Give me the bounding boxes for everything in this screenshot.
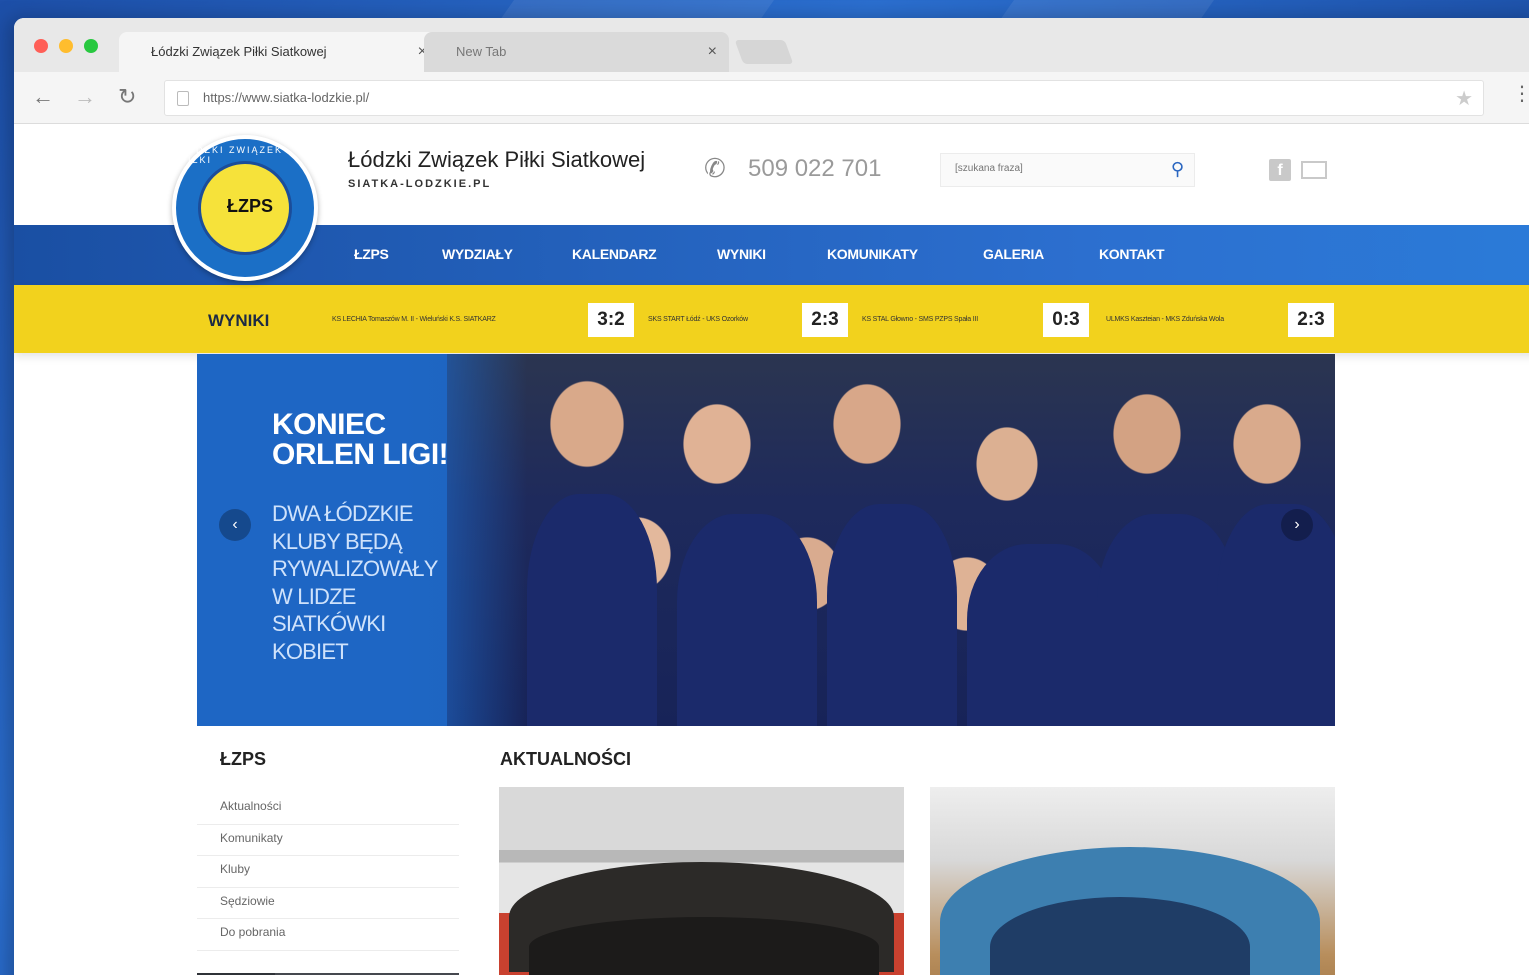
hero-text-line: RYWALIZOWAŁY (272, 556, 438, 581)
web-page: ŁÓDZKI ZWIĄZEK PIŁKI ŁZPS Łódzki Związek… (14, 125, 1529, 975)
player-figure (1097, 514, 1237, 726)
arrow-left-icon[interactable]: ← (32, 84, 54, 110)
tab-new-tab[interactable]: New Tab × (424, 32, 729, 72)
match-teams[interactable]: SKS START Łódź - UKS Ozorków (648, 316, 748, 323)
team-group (529, 917, 879, 975)
player-figure (1217, 504, 1335, 726)
slider-next-icon[interactable]: › (1281, 509, 1313, 541)
window-maximize-button[interactable] (84, 39, 98, 53)
match-score: 2:3 (802, 303, 848, 337)
logo-emblem: ŁZPS (198, 161, 292, 255)
hero-title-line: KONIEC (272, 408, 386, 441)
mail-icon[interactable] (1301, 161, 1327, 179)
url-text[interactable]: https://www.siatka-lodzkie.pl/ (203, 90, 369, 105)
hero-text-line: KOBIET (272, 638, 349, 664)
match-score: 2:3 (1288, 303, 1334, 337)
hero-slider[interactable]: KONIEC ORLEN LIGI! DWA ŁÓDZKIE KLUBY BĘD… (197, 354, 1335, 726)
news-image[interactable] (930, 787, 1335, 975)
arrow-right-icon[interactable]: → (74, 84, 96, 110)
sidebar-item-komunikaty[interactable]: Komunikaty (197, 825, 459, 856)
search-box[interactable]: ⚲ (940, 153, 1195, 187)
hero-text-line: SIATKÓWKI (272, 611, 386, 636)
nav-item-galeria[interactable]: GALERIA (983, 246, 1044, 262)
site-title[interactable]: Łódzki Związek Piłki Siatkowej (348, 147, 645, 173)
search-icon[interactable]: ⚲ (1171, 159, 1184, 180)
hero-title[interactable]: KONIEC ORLEN LIGI! (272, 408, 449, 471)
nav-item-komunikaty[interactable]: KOMUNIKATY (827, 246, 918, 262)
search-input[interactable] (955, 163, 1155, 174)
sidebar-title: ŁZPS (220, 749, 267, 769)
tab-active[interactable]: Łódzki Związek Piłki Siatkowej × (119, 32, 439, 72)
news-image[interactable] (499, 787, 904, 975)
hero-text: DWA ŁÓDZKIE KLUBY BĘDĄ RYWALIZOWAŁY W LI… (272, 500, 438, 665)
nav-item-kalendarz[interactable]: KALENDARZ (572, 246, 657, 262)
slider-prev-icon[interactable]: ‹ (219, 509, 251, 541)
player-figure (827, 504, 957, 726)
player-figure (677, 514, 817, 726)
tab-close-icon[interactable]: × (708, 32, 717, 72)
address-bar[interactable]: https://www.siatka-lodzkie.pl/ ★ (164, 80, 1484, 116)
sidebar-item-aktualnosci[interactable]: Aktualności (197, 793, 459, 825)
hero-text-line: KLUBY BĘDĄ (272, 528, 403, 554)
match-score: 3:2 (588, 303, 634, 337)
tab-strip: Łódzki Związek Piłki Siatkowej × New Tab… (14, 18, 1529, 72)
match-teams[interactable]: KS STAL Głowno - SMS PZPS Spała III (862, 316, 978, 323)
star-icon[interactable]: ★ (1455, 86, 1473, 111)
player-figure (527, 494, 657, 726)
results-title[interactable]: WYNIKI (208, 311, 269, 331)
new-tab-button[interactable] (734, 40, 794, 64)
browser-window: Łódzki Związek Piłki Siatkowej × New Tab… (14, 18, 1529, 975)
news-title: AKTUALNOŚCI (500, 749, 631, 769)
nav-item-wydzialy[interactable]: WYDZIAŁY (442, 246, 513, 262)
player-figure (967, 544, 1117, 726)
phone-number[interactable]: 509 022 701 (748, 155, 881, 183)
nav-item-kontakt[interactable]: KONTAKT (1099, 246, 1165, 262)
kebab-menu-icon[interactable]: ⋮ (1512, 84, 1529, 104)
team-photo (447, 354, 1335, 726)
site-subtitle: SIATKA-LODZKIE.PL (348, 178, 492, 190)
hero-title-line: ORLEN LIGI! (272, 438, 449, 471)
hero-text-line: DWA ŁÓDZKIE (272, 501, 414, 526)
tab-title: New Tab (456, 44, 507, 59)
browser-toolbar: ← → ↻ https://www.siatka-lodzkie.pl/ ★ ⋮ (14, 72, 1529, 124)
results-ticker: WYNIKI KS LECHIA Tomaszów M. II - Wieluń… (14, 285, 1529, 353)
reload-icon[interactable]: ↻ (118, 84, 136, 110)
match-score: 0:3 (1043, 303, 1089, 337)
sidebar-item-sedziowie[interactable]: Sędziowie (197, 888, 459, 919)
site-logo[interactable]: ŁÓDZKI ZWIĄZEK PIŁKI ŁZPS (172, 135, 318, 281)
sidebar-menu: Aktualności Komunikaty Kluby Sędziowie D… (197, 793, 459, 951)
sidebar-item-kluby[interactable]: Kluby (197, 856, 459, 888)
nav-item-lzps[interactable]: ŁZPS (354, 246, 389, 262)
phone-icon: ✆ (704, 153, 726, 183)
tab-title: Łódzki Związek Piłki Siatkowej (151, 44, 327, 59)
nav-item-wyniki[interactable]: WYNIKI (717, 246, 766, 262)
match-teams[interactable]: KS LECHIA Tomaszów M. II - Wieluński K.S… (332, 316, 496, 323)
page-icon (177, 91, 189, 106)
facebook-icon[interactable]: f (1269, 159, 1291, 181)
window-close-button[interactable] (34, 39, 48, 53)
sidebar-item-do-pobrania[interactable]: Do pobrania (197, 919, 459, 951)
window-minimize-button[interactable] (59, 39, 73, 53)
match-teams[interactable]: ULMKS Kaszteian - MKS Zduńska Wola (1106, 316, 1224, 323)
logo-text: ŁZPS (227, 196, 274, 216)
hero-text-line: W LIDZE (272, 583, 356, 609)
